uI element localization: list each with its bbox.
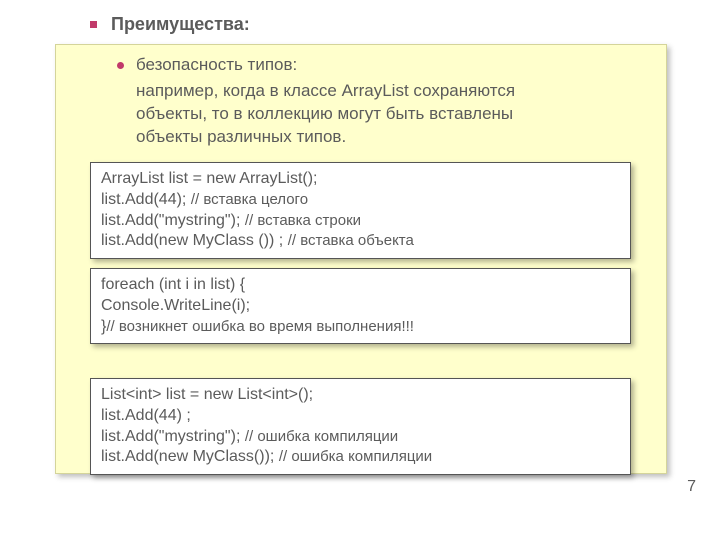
- code-text: list.Add(44) ;: [101, 407, 191, 424]
- code-comment: // вставка объекта: [288, 232, 414, 249]
- code-line: Console.WriteLine(i);: [101, 296, 620, 317]
- para-line-2: объекты, то в коллекцию могут быть встав…: [136, 104, 513, 123]
- code-line: list.Add(new MyClass ()) ; // вставка об…: [101, 231, 620, 252]
- code-text: List<int> list = new List<int>();: [101, 386, 313, 403]
- code-comment: // возникнет ошибка во время выполнения!…: [106, 318, 414, 335]
- page-number: 7: [687, 478, 696, 496]
- code-comment: // ошибка компиляции: [245, 428, 398, 445]
- para-line-1: например, когда в классе ArrayList сохра…: [136, 81, 515, 100]
- code-text: list.Add("mystring");: [101, 428, 245, 445]
- code-comment: // вставка целого: [191, 191, 308, 208]
- code-line: }// возникнет ошибка во время выполнения…: [101, 317, 620, 338]
- heading-row: Преимущества:: [90, 14, 250, 35]
- heading-text: Преимущества:: [111, 14, 250, 35]
- code-line: list.Add(44); // вставка целого: [101, 190, 620, 211]
- code-text: list.Add("mystring");: [101, 212, 245, 229]
- para-line-3: объекты различных типов.: [136, 127, 346, 146]
- code-text: list.Add(new MyClass());: [101, 448, 279, 465]
- code-comment: // вставка строки: [245, 212, 361, 229]
- code-text: foreach (int i in list) {: [101, 276, 245, 293]
- code-block-3: List<int> list = new List<int>(); list.A…: [90, 378, 631, 475]
- subheading-text: безопасность типов:: [136, 55, 297, 75]
- code-text: list.Add(44);: [101, 191, 191, 208]
- code-line: list.Add(44) ;: [101, 406, 620, 427]
- code-line: List<int> list = new List<int>();: [101, 385, 620, 406]
- code-line: foreach (int i in list) {: [101, 275, 620, 296]
- code-block-1: ArrayList list = new ArrayList(); list.A…: [90, 162, 631, 259]
- code-comment: // ошибка компиляции: [279, 448, 432, 465]
- code-text: list.Add(new MyClass ()) ;: [101, 232, 288, 249]
- dot-bullet-icon: [117, 62, 124, 69]
- square-bullet-icon: [90, 21, 97, 28]
- code-line: list.Add("mystring"); // ошибка компиляц…: [101, 427, 620, 448]
- paragraph: например, когда в классе ArrayList сохра…: [136, 80, 616, 149]
- subheading-row: безопасность типов:: [117, 55, 297, 75]
- code-block-2: foreach (int i in list) { Console.WriteL…: [90, 268, 631, 344]
- code-text: Console.WriteLine(i);: [101, 297, 250, 314]
- code-line: list.Add("mystring"); // вставка строки: [101, 211, 620, 232]
- code-line: ArrayList list = new ArrayList();: [101, 169, 620, 190]
- code-text: ArrayList list = new ArrayList();: [101, 170, 318, 187]
- code-line: list.Add(new MyClass()); // ошибка компи…: [101, 447, 620, 468]
